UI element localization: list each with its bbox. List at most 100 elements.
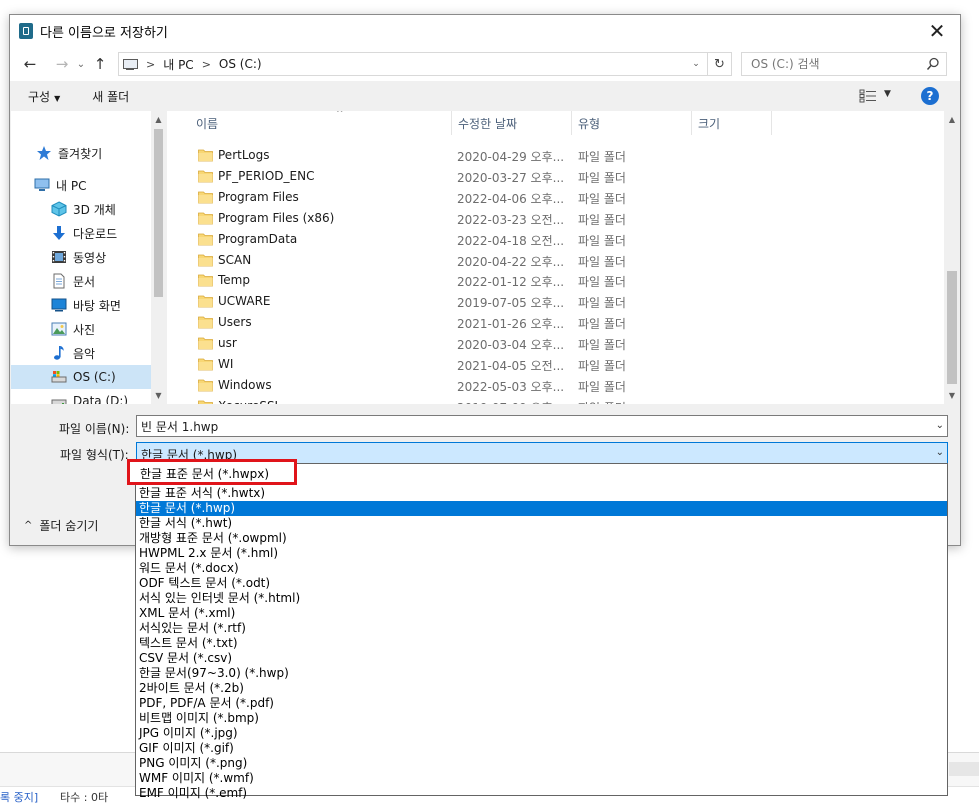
filetype-option[interactable]: 서식 있는 인터넷 문서 (*.html): [136, 591, 947, 606]
folder-icon: [198, 274, 213, 287]
computer-icon: [34, 178, 50, 191]
back-button[interactable]: ←: [18, 52, 42, 76]
file-date: 2021-04-05 오전...: [457, 359, 565, 373]
file-row[interactable]: XecureSSL 2019-07-09 오후... 파일 폴더: [167, 396, 937, 404]
sidebar-item-favorites[interactable]: 즐겨찾기: [11, 141, 151, 165]
file-row[interactable]: PF_PERIOD_ENC 2020-03-27 오후... 파일 폴더: [167, 166, 937, 187]
organize-label: 구성: [28, 89, 51, 104]
file-row[interactable]: Windows 2022-05-03 오후... 파일 폴더: [167, 375, 937, 396]
filetype-option[interactable]: JPG 이미지 (*.jpg): [136, 726, 947, 741]
file-name: usr: [218, 336, 237, 351]
scroll-up-icon[interactable]: ▲: [944, 111, 960, 128]
recent-locations-button[interactable]: ⌄: [74, 52, 88, 76]
file-row[interactable]: usr 2020-03-04 오후... 파일 폴더: [167, 333, 937, 354]
sidebar-item-my-pc[interactable]: 내 PC: [11, 173, 151, 197]
highlighted-option-label[interactable]: 한글 표준 문서 (*.hwpx): [140, 465, 269, 482]
file-row[interactable]: Program Files 2022-04-06 오후... 파일 폴더: [167, 187, 937, 208]
filetype-option[interactable]: 한글 문서 (*.hwp): [136, 501, 947, 516]
filetype-option[interactable]: 워드 문서 (*.docx): [136, 561, 947, 576]
file-type: 파일 폴더: [578, 296, 626, 311]
file-row[interactable]: Temp 2022-01-12 오후... 파일 폴더: [167, 270, 937, 291]
organize-button[interactable]: 구성 ▼: [18, 88, 70, 105]
file-type: 파일 폴더: [578, 399, 626, 404]
filetype-option[interactable]: ODF 텍스트 문서 (*.odt): [136, 576, 947, 591]
new-folder-button[interactable]: 새 폴더: [82, 88, 139, 105]
filetype-option[interactable]: 비트맵 이미지 (*.bmp): [136, 711, 947, 726]
filetype-option[interactable]: 텍스트 문서 (*.txt): [136, 636, 947, 651]
filetype-option[interactable]: 2바이트 문서 (*.2b): [136, 681, 947, 696]
filetype-option[interactable]: 한글 문서(97~3.0) (*.hwp): [136, 666, 947, 681]
filetype-option[interactable]: WMF 이미지 (*.wmf): [136, 771, 947, 786]
file-row[interactable]: WI 2021-04-05 오전... 파일 폴더: [167, 354, 937, 375]
scrollbar-thumb[interactable]: [947, 271, 957, 384]
filetype-option[interactable]: PDF, PDF/A 문서 (*.pdf): [136, 696, 947, 711]
filetype-option[interactable]: CSV 문서 (*.csv): [136, 651, 947, 666]
filetype-option[interactable]: 서식있는 문서 (*.rtf): [136, 621, 947, 636]
scroll-up-icon[interactable]: ▲: [151, 111, 166, 128]
column-header-size[interactable]: 크기: [692, 111, 772, 135]
sidebar-item-os-c[interactable]: OS (C:): [11, 365, 151, 389]
sidebar-item-videos[interactable]: 동영상: [11, 245, 151, 269]
search-box[interactable]: [741, 52, 947, 76]
file-type: 파일 폴더: [578, 150, 626, 164]
sidebar-item-music[interactable]: 음악: [11, 341, 151, 365]
address-bar[interactable]: > 내 PC > OS (C:) ⌄ ↻: [118, 52, 732, 76]
file-row[interactable]: SCAN 2020-04-22 오후... 파일 폴더: [167, 250, 937, 271]
filetype-option[interactable]: EMF 이미지 (*.emf): [136, 786, 947, 801]
file-row[interactable]: UCWARE 2019-07-05 오후... 파일 폴더: [167, 291, 937, 312]
sidebar-item-pictures[interactable]: 사진: [11, 317, 151, 341]
file-row[interactable]: ProgramData 2022-04-18 오전... 파일 폴더: [167, 229, 937, 250]
chevron-down-icon[interactable]: ⌄: [936, 447, 944, 458]
breadcrumb-my-pc[interactable]: 내 PC: [157, 56, 199, 73]
caret-down-icon[interactable]: ▼: [884, 89, 891, 99]
filename-input[interactable]: [137, 416, 927, 436]
sidebar-item-downloads[interactable]: 다운로드: [11, 221, 151, 245]
sidebar-item-data-d[interactable]: Data (D:): [11, 389, 151, 404]
hide-folders-button[interactable]: ^ 폴더 숨기기: [24, 517, 98, 534]
scroll-down-icon[interactable]: ▼: [944, 387, 960, 404]
sidebar-item-label: 음악: [73, 346, 96, 361]
scroll-down-icon[interactable]: ▼: [151, 387, 166, 404]
hide-folders-label: 폴더 숨기기: [39, 519, 99, 533]
sidebar-item-label: 문서: [73, 274, 96, 289]
navigation-pane-scrollbar[interactable]: ▲ ▼: [151, 111, 166, 404]
column-header-name[interactable]: 이름 ^: [190, 111, 452, 135]
caret-down-icon: ▼: [54, 93, 61, 103]
filetype-option[interactable]: 한글 서식 (*.hwt): [136, 516, 947, 531]
forward-button[interactable]: →: [50, 52, 74, 76]
filename-combobox[interactable]: ⌄: [136, 415, 948, 437]
cube-icon: [51, 201, 67, 217]
chevron-down-icon[interactable]: ⌄: [936, 420, 944, 431]
file-list-scrollbar[interactable]: ▲ ▼: [944, 111, 960, 404]
help-icon[interactable]: ?: [921, 87, 939, 105]
file-type: 파일 폴더: [578, 191, 626, 206]
column-header-type[interactable]: 유형: [572, 111, 692, 135]
sidebar-item-documents[interactable]: 문서: [11, 269, 151, 293]
column-header-label: 이름: [196, 116, 219, 131]
scrollbar-thumb[interactable]: [154, 129, 163, 297]
filetype-option[interactable]: XML 문서 (*.xml): [136, 606, 947, 621]
file-row[interactable]: PertLogs 2020-04-29 오후... 파일 폴더: [167, 145, 937, 166]
file-type: 파일 폴더: [578, 317, 626, 332]
file-row[interactable]: Users 2021-01-26 오후... 파일 폴더: [167, 312, 937, 333]
refresh-button[interactable]: ↻: [707, 53, 731, 75]
filetype-option[interactable]: HWPML 2.x 문서 (*.hml): [136, 546, 947, 561]
sidebar-item-desktop[interactable]: 바탕 화면: [11, 293, 151, 317]
file-row[interactable]: Program Files (x86) 2022-03-23 오전... 파일 폴더: [167, 208, 937, 229]
search-input[interactable]: [742, 54, 918, 74]
sidebar-item-3d-objects[interactable]: 3D 개체: [11, 197, 151, 221]
up-button[interactable]: ↑: [88, 52, 112, 76]
filename-label: 파일 이름(N):: [59, 422, 130, 436]
file-date: 2022-01-12 오후...: [457, 275, 565, 290]
filetype-option[interactable]: 개방형 표준 문서 (*.owpml): [136, 531, 947, 546]
background-scrollbar[interactable]: [949, 762, 979, 776]
column-header-date[interactable]: 수정한 날짜: [452, 111, 572, 135]
address-dropdown-button[interactable]: ⌄: [687, 53, 705, 75]
filetype-option[interactable]: GIF 이미지 (*.gif): [136, 741, 947, 756]
status-mode-text: 록 중지]: [0, 790, 39, 804]
breadcrumb-os-c[interactable]: OS (C:): [213, 57, 268, 71]
view-options-icon[interactable]: [859, 89, 877, 103]
filetype-option[interactable]: PNG 이미지 (*.png): [136, 756, 947, 771]
filetype-option[interactable]: 한글 표준 서식 (*.hwtx): [136, 486, 947, 501]
close-button[interactable]: ✕: [914, 15, 960, 47]
